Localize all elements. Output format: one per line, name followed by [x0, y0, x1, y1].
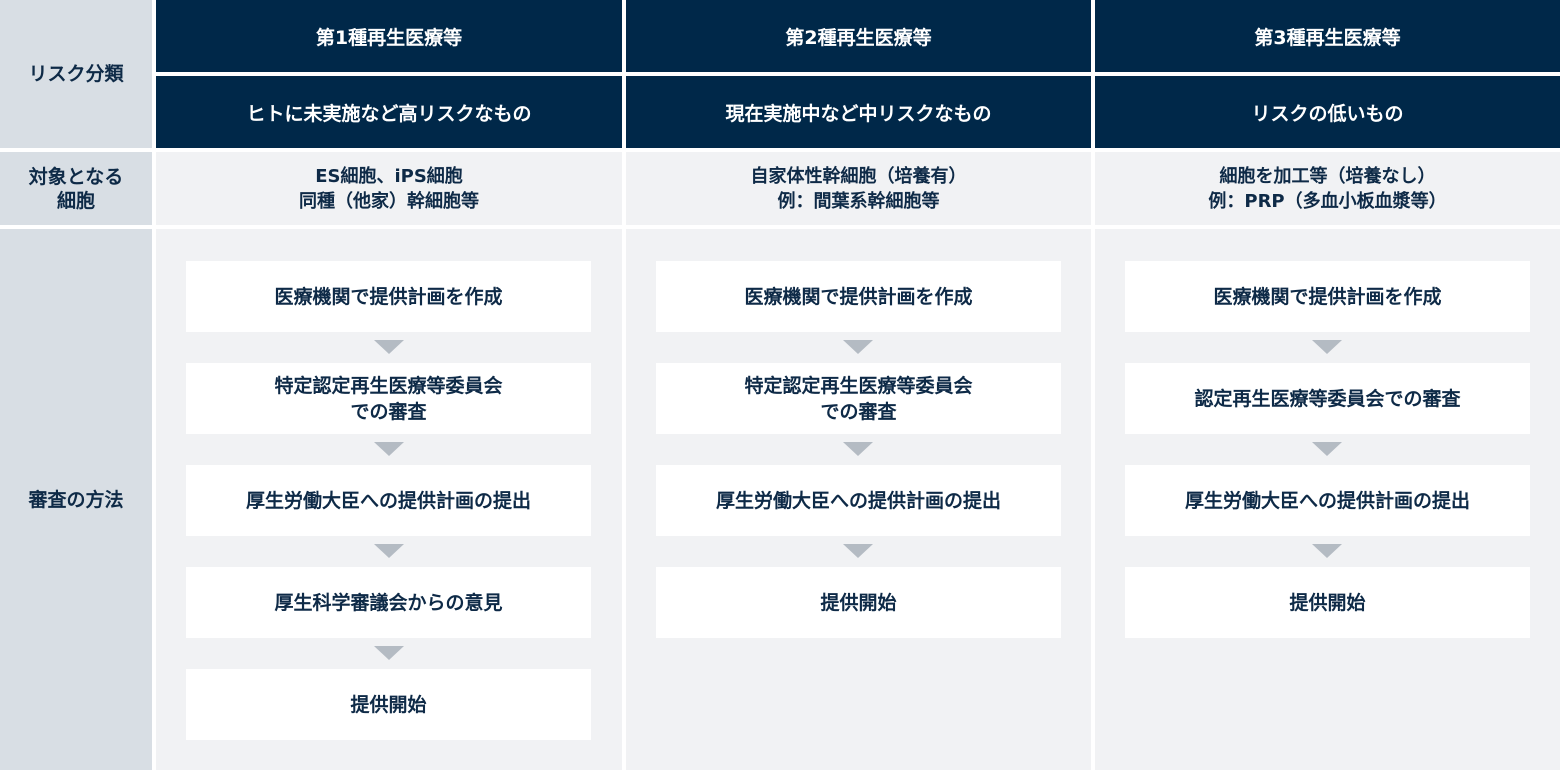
step-box: 厚生科学審議会からの意見: [186, 567, 591, 638]
down-triangle-icon: [843, 340, 873, 354]
down-triangle-icon: [1312, 340, 1342, 354]
step-box: 医療機関で提供計画を作成: [656, 261, 1061, 332]
down-triangle-icon: [374, 340, 404, 354]
column-title-type1: 第1種再生医療等: [156, 0, 622, 72]
down-triangle-icon: [843, 544, 873, 558]
step-box: 医療機関で提供計画を作成: [1125, 261, 1530, 332]
column-target-cells-type2: 自家体性幹細胞（培養有） 例：間葉系幹細胞等: [626, 152, 1091, 225]
down-triangle-icon: [374, 442, 404, 456]
step-box: 特定認定再生医療等委員会 での審査: [186, 363, 591, 434]
down-triangle-icon: [374, 544, 404, 558]
down-triangle-icon: [374, 646, 404, 660]
step-box: 提供開始: [656, 567, 1061, 638]
step-box: 医療機関で提供計画を作成: [186, 261, 591, 332]
row-header-risk: リスク分類: [0, 0, 152, 148]
column-risk-desc-type3: リスクの低いもの: [1095, 76, 1560, 148]
step-box: 特定認定再生医療等委員会 での審査: [656, 363, 1061, 434]
column-title-type2: 第2種再生医療等: [626, 0, 1091, 72]
column-target-cells-type1: ES細胞、iPS細胞 同種（他家）幹細胞等: [156, 152, 622, 225]
step-box: 厚生労働大臣への提供計画の提出: [1125, 465, 1530, 536]
down-triangle-icon: [1312, 544, 1342, 558]
column-title-type3: 第3種再生医療等: [1095, 0, 1560, 72]
down-triangle-icon: [843, 442, 873, 456]
step-box: 認定再生医療等委員会での審査: [1125, 363, 1530, 434]
row-header-target-cells: 対象となる 細胞: [0, 152, 152, 225]
step-box: 厚生労働大臣への提供計画の提出: [186, 465, 591, 536]
risk-classification-table: リスク分類 対象となる 細胞 審査の方法 第1種再生医療等 ヒトに未実施など高リ…: [0, 0, 1560, 770]
step-box: 厚生労働大臣への提供計画の提出: [656, 465, 1061, 536]
row-header-review-method: 審査の方法: [0, 229, 152, 770]
column-risk-desc-type2: 現在実施中など中リスクなもの: [626, 76, 1091, 148]
step-box: 提供開始: [1125, 567, 1530, 638]
down-triangle-icon: [1312, 442, 1342, 456]
step-box: 提供開始: [186, 669, 591, 740]
column-risk-desc-type1: ヒトに未実施など高リスクなもの: [156, 76, 622, 148]
column-target-cells-type3: 細胞を加工等（培養なし） 例：PRP（多血小板血漿等）: [1095, 152, 1560, 225]
